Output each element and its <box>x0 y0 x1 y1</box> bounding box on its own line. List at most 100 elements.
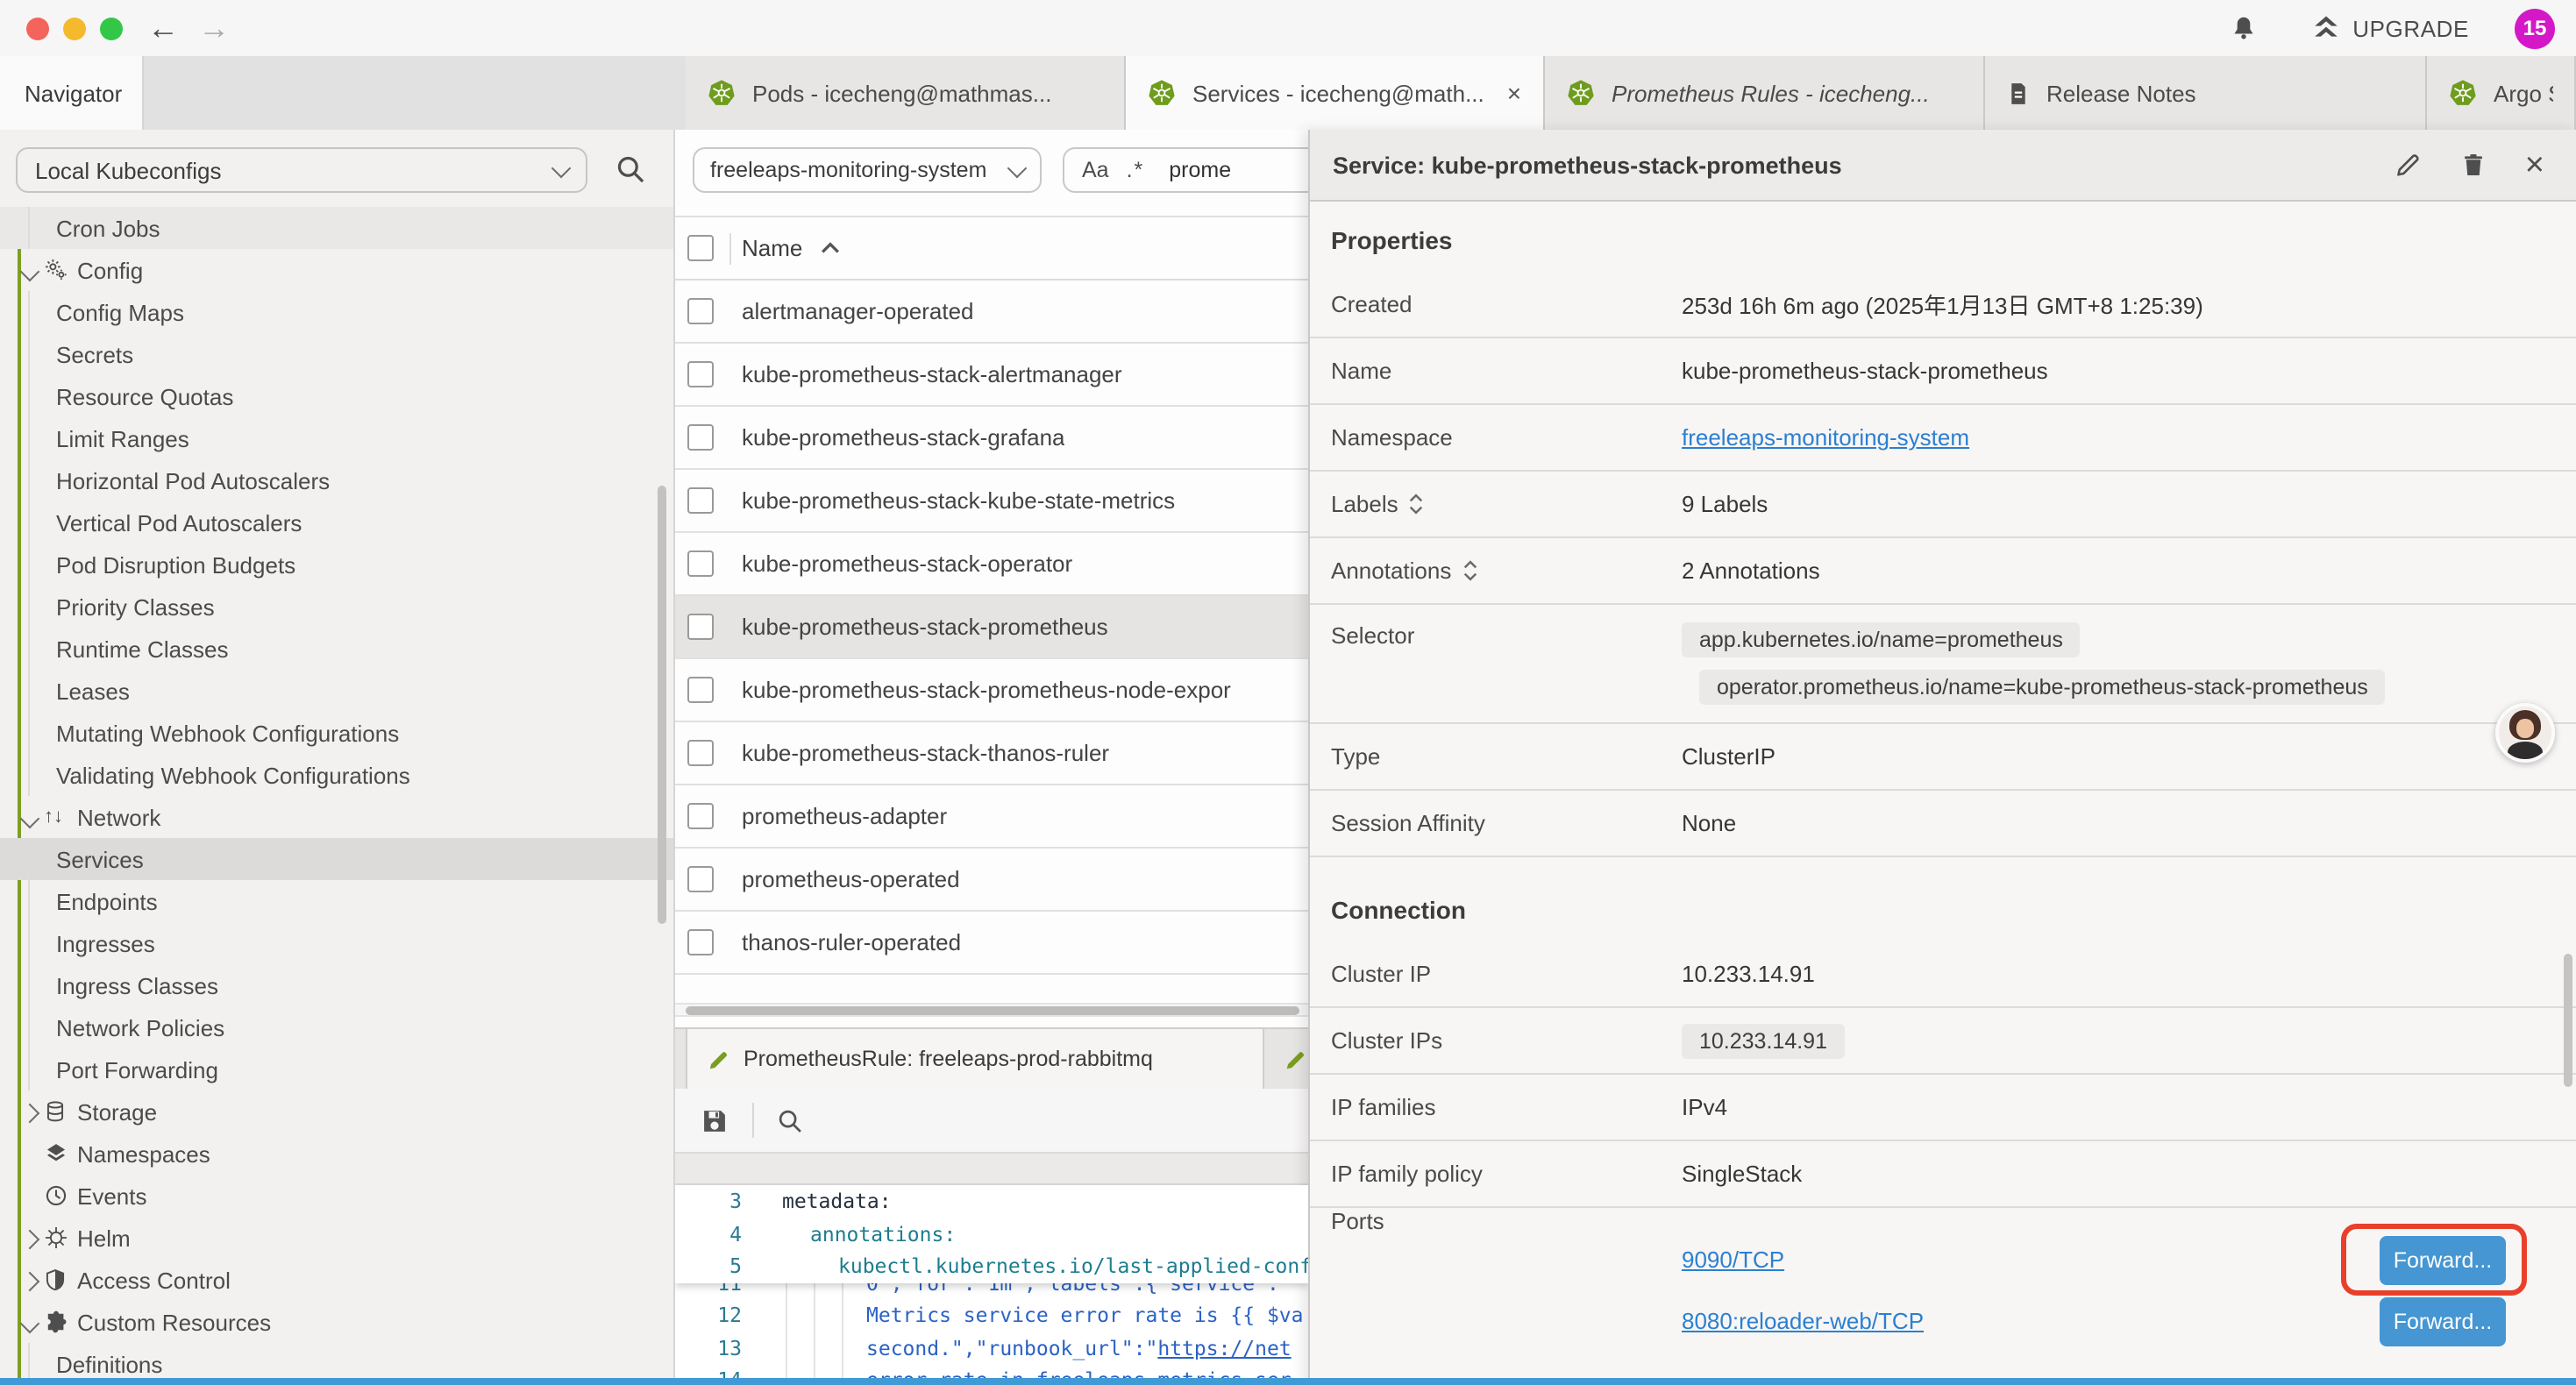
detail-link[interactable]: freeleaps-monitoring-system <box>1682 424 1969 451</box>
table-row[interactable]: thanos-ruler-operated <box>675 912 1308 975</box>
sidebar-item-vertical-pod-autoscalers[interactable]: Vertical Pod Autoscalers <box>0 501 675 543</box>
sort-toggle-icon[interactable] <box>1409 493 1425 515</box>
chevron-down-icon[interactable] <box>23 804 37 830</box>
table-row[interactable]: prometheus-operated <box>675 849 1308 912</box>
table-row[interactable]: alertmanager-operated <box>675 281 1308 344</box>
sidebar-item-config-maps[interactable]: Config Maps <box>0 291 675 333</box>
regex-toggle[interactable]: .* <box>1127 158 1145 182</box>
save-icon[interactable] <box>700 1105 729 1135</box>
notifications-bell-icon[interactable] <box>2228 13 2258 43</box>
row-checkbox[interactable] <box>687 677 714 703</box>
sidebar-item-helm[interactable]: Helm <box>0 1217 675 1259</box>
sidebar-item-custom-resources[interactable]: Custom Resources <box>0 1301 675 1343</box>
row-checkbox[interactable] <box>687 361 714 387</box>
kubeconfig-select[interactable]: Local Kubeconfigs <box>16 147 587 193</box>
chevron-down-icon[interactable] <box>23 257 37 283</box>
chevron-down-icon[interactable] <box>23 1309 37 1335</box>
sidebar-item-ingress-classes[interactable]: Ingress Classes <box>0 964 675 1006</box>
port-forward-button[interactable]: Forward... <box>2380 1297 2506 1346</box>
scrollbar-thumb[interactable] <box>686 1006 1299 1015</box>
upgrade-button[interactable]: UPGRADE <box>2310 13 2469 43</box>
delete-trash-icon[interactable] <box>2460 151 2487 179</box>
row-checkbox[interactable] <box>687 740 714 766</box>
sidebar-item-endpoints[interactable]: Endpoints <box>0 880 675 922</box>
table-row[interactable]: kube-prometheus-stack-prometheus <box>675 596 1308 659</box>
edit-pencil-icon[interactable] <box>2394 151 2422 179</box>
sidebar-item-priority-classes[interactable]: Priority Classes <box>0 586 675 628</box>
app-tab[interactable]: Pods - icecheng@mathmas... <box>686 56 1126 130</box>
app-tab[interactable]: Argo Se <box>2427 56 2576 130</box>
chevron-right-icon[interactable] <box>23 1267 37 1293</box>
select-all-checkbox[interactable] <box>687 235 714 261</box>
row-checkbox[interactable] <box>687 298 714 324</box>
maximize-window-button[interactable] <box>100 17 123 39</box>
row-checkbox[interactable] <box>687 803 714 829</box>
editor-search-icon[interactable] <box>775 1105 805 1135</box>
port-link[interactable]: 9090/TCP <box>1682 1246 1784 1273</box>
sidebar-item-ingresses[interactable]: Ingresses <box>0 922 675 964</box>
namespace-filter-select[interactable]: freeleaps-monitoring-system <box>693 147 1042 193</box>
code-link[interactable]: https://net <box>1157 1335 1291 1360</box>
user-avatar[interactable] <box>2495 703 2555 763</box>
sidebar-item-resource-quotas[interactable]: Resource Quotas <box>0 375 675 417</box>
sidebar-item-validating-webhook-configurations[interactable]: Validating Webhook Configurations <box>0 754 675 796</box>
sidebar-item-network[interactable]: ↑↓Network <box>0 796 675 838</box>
yaml-editor[interactable]: 110","for":"1m","labels":{"service":12Me… <box>675 1185 1308 1385</box>
row-checkbox[interactable] <box>687 424 714 451</box>
sidebar-item-network-policies[interactable]: Network Policies <box>0 1006 675 1048</box>
table-row[interactable]: kube-prometheus-stack-thanos-ruler <box>675 722 1308 785</box>
sidebar-item-events[interactable]: Events <box>0 1175 675 1217</box>
table-row[interactable]: prometheus-adapter <box>675 785 1308 849</box>
sidebar-item-runtime-classes[interactable]: Runtime Classes <box>0 628 675 670</box>
close-panel-icon[interactable]: × <box>2525 148 2544 181</box>
row-checkbox[interactable] <box>687 929 714 955</box>
table-row[interactable]: kube-prometheus-stack-alertmanager <box>675 344 1308 407</box>
app-tab[interactable]: Prometheus Rules - icecheng... <box>1545 56 1985 130</box>
sidebar-item-leases[interactable]: Leases <box>0 670 675 712</box>
row-checkbox[interactable] <box>687 487 714 514</box>
sidebar-item-services[interactable]: Services <box>0 838 675 880</box>
table-row[interactable]: kube-prometheus-stack-prometheus-node-ex… <box>675 659 1308 722</box>
sidebar-item-secrets[interactable]: Secrets <box>0 333 675 375</box>
sidebar-item-namespaces[interactable]: Namespaces <box>0 1133 675 1175</box>
sort-ascending-icon[interactable] <box>820 242 839 254</box>
row-checkbox[interactable] <box>687 866 714 892</box>
table-row[interactable]: kube-prometheus-stack-kube-state-metrics <box>675 470 1308 533</box>
forward-button[interactable]: → <box>198 5 230 51</box>
navigator-tab[interactable]: Navigator <box>0 56 144 130</box>
sidebar-search-icon[interactable] <box>614 153 647 186</box>
sidebar-item-access-control[interactable]: Access Control <box>0 1259 675 1301</box>
notification-count-badge[interactable]: 15 <box>2515 8 2555 48</box>
close-window-button[interactable] <box>26 17 49 39</box>
list-search-input[interactable]: Aa .* prome <box>1063 147 1308 193</box>
editor-tab-next[interactable] <box>1264 1029 1308 1089</box>
sidebar-item-config[interactable]: Config <box>0 249 675 291</box>
chevron-right-icon[interactable] <box>23 1225 37 1251</box>
sidebar-item-cron-jobs[interactable]: Cron Jobs <box>0 207 675 249</box>
name-column-header[interactable]: Name <box>742 235 802 261</box>
sidebar-item-storage[interactable]: Storage <box>0 1090 675 1133</box>
close-tab-icon[interactable]: × <box>1507 79 1521 107</box>
sidebar-item-mutating-webhook-configurations[interactable]: Mutating Webhook Configurations <box>0 712 675 754</box>
minimize-window-button[interactable] <box>63 17 86 39</box>
match-case-toggle[interactable]: Aa <box>1082 158 1109 182</box>
sidebar-scrollbar[interactable] <box>658 486 666 924</box>
sort-toggle-icon[interactable] <box>1462 559 1477 582</box>
sidebar-item-horizontal-pod-autoscalers[interactable]: Horizontal Pod Autoscalers <box>0 459 675 501</box>
table-row[interactable]: kube-prometheus-stack-operator <box>675 533 1308 596</box>
row-checkbox[interactable] <box>687 550 714 577</box>
app-tab[interactable]: Services - icecheng@math...× <box>1126 56 1545 130</box>
list-horizontal-scrollbar[interactable] <box>675 1003 1308 1017</box>
port-link[interactable]: 8080:reloader-web/TCP <box>1682 1308 1924 1334</box>
puzzle-icon <box>44 1310 68 1334</box>
back-button[interactable]: ← <box>147 5 179 51</box>
sidebar-item-port-forwarding[interactable]: Port Forwarding <box>0 1048 675 1090</box>
row-checkbox[interactable] <box>687 614 714 640</box>
sidebar-item-pod-disruption-budgets[interactable]: Pod Disruption Budgets <box>0 543 675 586</box>
table-row[interactable]: kube-prometheus-stack-grafana <box>675 407 1308 470</box>
app-tab[interactable]: Release Notes <box>1985 56 2427 130</box>
sidebar-item-limit-ranges[interactable]: Limit Ranges <box>0 417 675 459</box>
editor-tab-prometheusrule[interactable]: PrometheusRule: freeleaps-prod-rabbitmq <box>686 1029 1264 1089</box>
panel-scrollbar[interactable] <box>2564 954 2572 1087</box>
chevron-right-icon[interactable] <box>23 1098 37 1125</box>
